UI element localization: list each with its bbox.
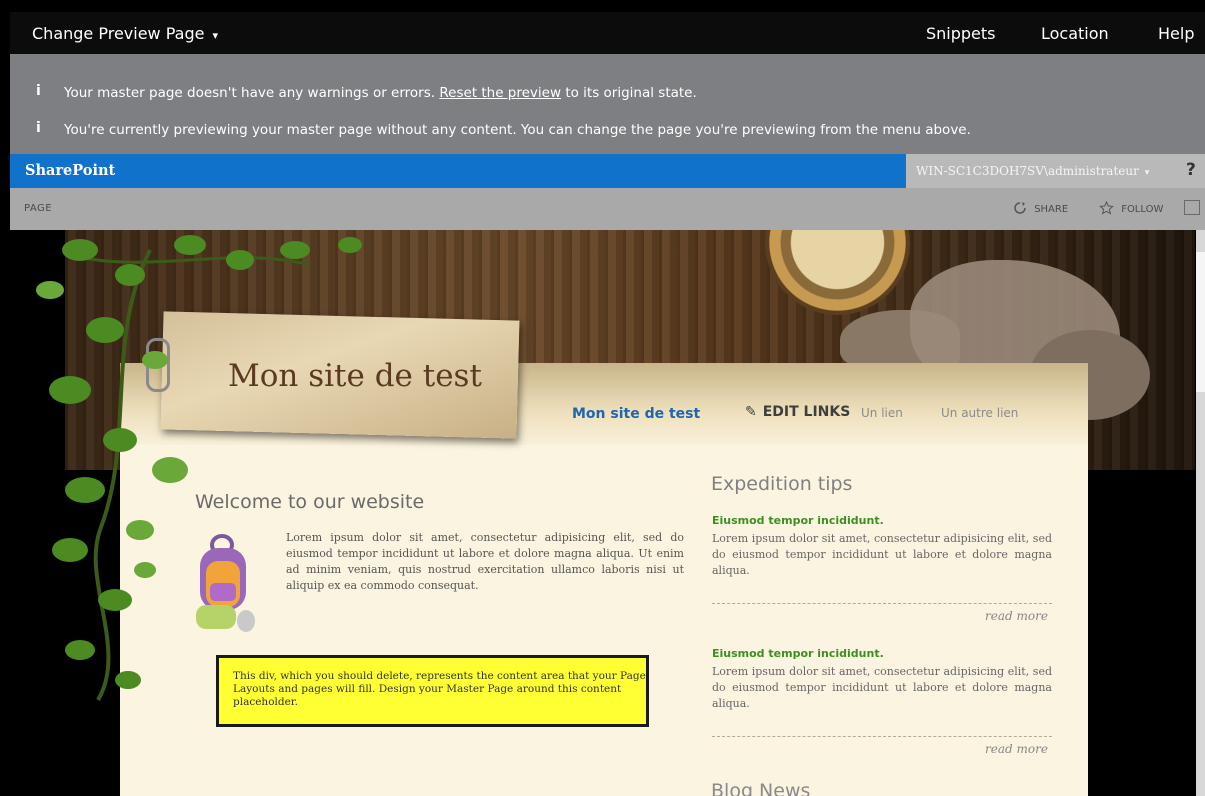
share-icon [1014, 202, 1026, 214]
tip-title[interactable]: Eiusmod tempor incididunt. [712, 514, 884, 527]
tip-title[interactable]: Eiusmod tempor incididunt. [712, 647, 884, 660]
divider [712, 603, 1052, 604]
info-icon: i [36, 83, 41, 99]
info-icon: i [36, 120, 41, 136]
follow-star-icon [1099, 200, 1114, 215]
chevron-down-icon: ▾ [1144, 168, 1150, 178]
expedition-tips-heading: Expedition tips [711, 473, 853, 495]
status-messages: i Your master page doesn't have any warn… [10, 54, 1205, 154]
message-text: You're currently previewing your master … [64, 122, 971, 138]
scrollbar-thumb[interactable] [1196, 252, 1205, 392]
user-name: WIN-SC1C3DOH7SV\administrateur [916, 164, 1139, 178]
status-message-1: i Your master page doesn't have any warn… [36, 83, 697, 101]
share-label: SHARE [1034, 204, 1069, 215]
message-text: to its original state. [565, 85, 697, 101]
top-bar: Change Preview Page ▾ Snippets Location … [10, 12, 1205, 54]
read-more-link[interactable]: read more [985, 609, 1048, 623]
reset-preview-link[interactable]: Reset the preview [439, 85, 561, 101]
suite-brand-area: SharePoint [10, 154, 906, 188]
blog-news-heading: Blog News [711, 780, 811, 796]
ivy-decoration [36, 235, 362, 702]
edit-links-label: EDIT LINKS [762, 404, 851, 420]
tab-page[interactable]: PAGE [24, 203, 52, 214]
sharepoint-brand-link[interactable]: SharePoint [25, 162, 115, 179]
help-link[interactable]: Help [1158, 24, 1194, 43]
nav-item-link2[interactable]: Un autre lien [941, 406, 1018, 420]
message-text: Your master page doesn't have any warnin… [64, 85, 436, 101]
suite-bar: SharePoint WIN-SC1C3DOH7SV\administrateu… [10, 154, 1205, 188]
user-menu[interactable]: WIN-SC1C3DOH7SV\administrateur ▾ [916, 164, 1149, 178]
tip-text: Lorem ipsum dolor sit amet, consectetur … [712, 532, 1052, 577]
follow-label: FOLLOW [1121, 204, 1164, 215]
focus-icon[interactable] [1184, 200, 1200, 215]
divider [712, 736, 1052, 737]
read-more-link[interactable]: read more [985, 742, 1048, 756]
tip-text: Lorem ipsum dolor sit amet, consectetur … [712, 665, 1052, 710]
change-preview-page-label: Change Preview Page [32, 24, 205, 43]
follow-button[interactable]: FOLLOW [1099, 200, 1164, 215]
page-preview: Mon site de test Mon site de test ✎ EDIT … [10, 230, 1205, 796]
change-preview-page-menu[interactable]: Change Preview Page ▾ [32, 24, 218, 43]
nav-item-link1[interactable]: Un lien [861, 406, 903, 420]
status-message-2: i You're currently previewing your maste… [36, 120, 971, 138]
share-button[interactable]: SHARE [1013, 201, 1068, 215]
pencil-icon: ✎ [745, 404, 757, 420]
help-icon[interactable]: ? [1186, 160, 1196, 180]
location-link[interactable]: Location [1041, 24, 1109, 43]
ribbon: PAGE SHARE FOLLOW [10, 188, 1205, 230]
edit-links-button[interactable]: ✎ EDIT LINKS [745, 404, 850, 420]
snippets-link[interactable]: Snippets [926, 24, 996, 43]
chevron-down-icon: ▾ [212, 29, 219, 42]
scrollbar[interactable] [1196, 230, 1205, 796]
